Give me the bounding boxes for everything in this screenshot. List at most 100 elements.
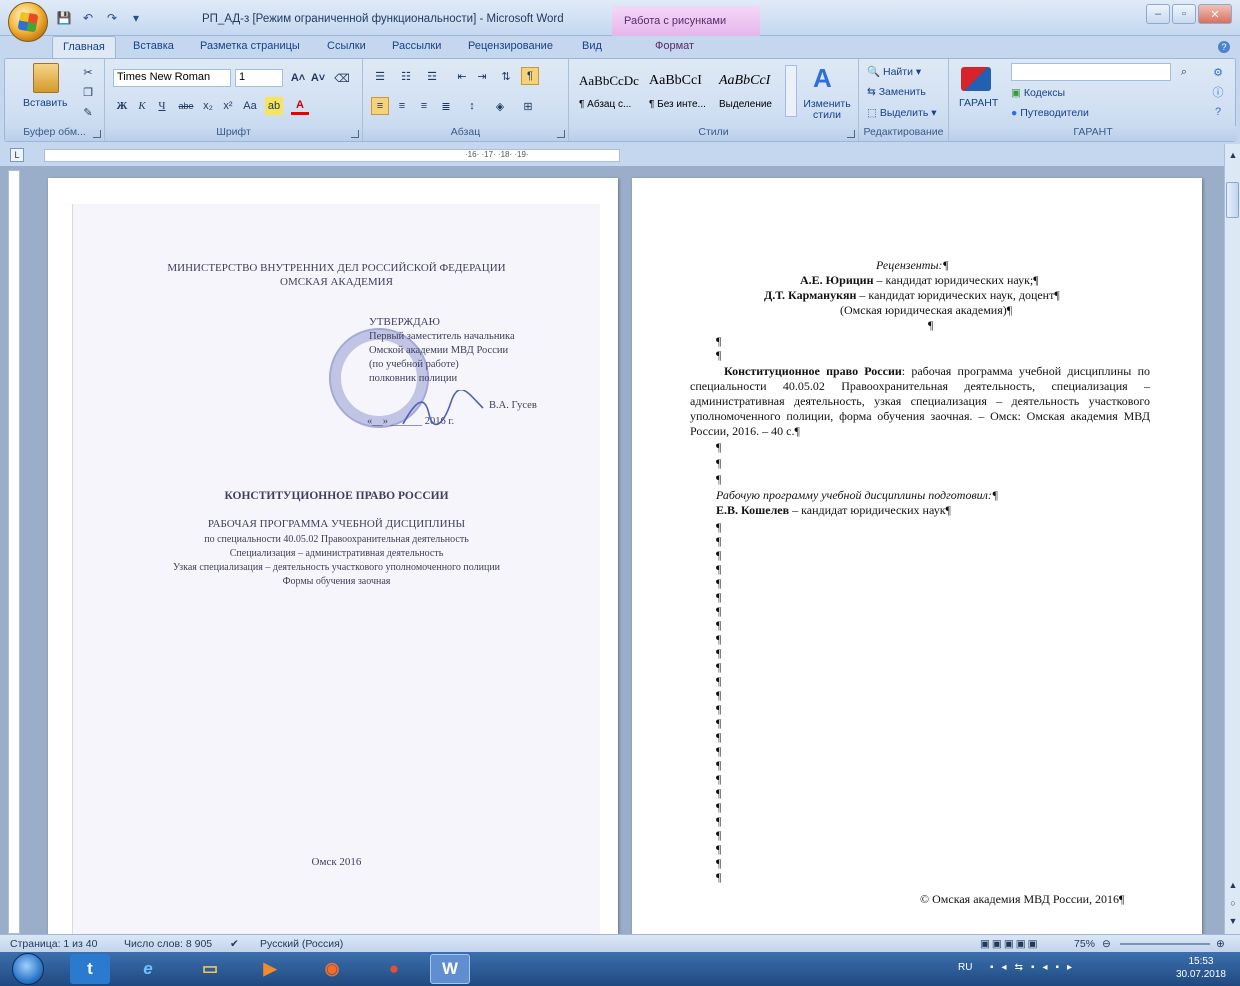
borders-icon[interactable]: ⊞ xyxy=(519,97,537,115)
undo-icon[interactable]: ↶ xyxy=(80,10,96,26)
vertical-scrollbar[interactable]: ▲ ▲ ○ ▼ xyxy=(1224,144,1240,934)
zoom-in-icon[interactable]: ⊕ xyxy=(1216,938,1225,950)
help-icon[interactable]: ? xyxy=(1218,41,1230,53)
proofing-icon[interactable]: ✔ xyxy=(230,938,239,950)
garant-kodeksy-link[interactable]: ▣ Кодексы xyxy=(1011,87,1065,99)
styles-launcher-icon[interactable] xyxy=(847,130,855,138)
style-item[interactable]: AaBbCcDc ¶ Абзац с... xyxy=(577,63,647,115)
tab-insert[interactable]: Вставка xyxy=(133,40,174,52)
tab-view[interactable]: Вид xyxy=(582,40,602,52)
line-spacing-icon[interactable]: ↕ xyxy=(463,97,481,115)
app-tumblr-icon[interactable]: t xyxy=(70,954,110,984)
multilevel-list-icon[interactable]: ☲ xyxy=(423,67,441,85)
garant-search-input[interactable] xyxy=(1011,63,1171,81)
select-button[interactable]: ⬚ Выделить ▾ xyxy=(867,107,937,119)
sort-icon[interactable]: ⇅ xyxy=(497,67,515,85)
shading-icon[interactable]: ◈ xyxy=(491,97,509,115)
superscript-icon[interactable]: x² xyxy=(219,97,237,115)
language-indicator[interactable]: Русский (Россия) xyxy=(260,938,343,950)
align-right-icon[interactable]: ≡ xyxy=(415,97,433,115)
page-2[interactable]: Рецензенты:¶ А.Е. Юрицин – кандидат юрид… xyxy=(632,178,1202,934)
zoom-out-icon[interactable]: ⊖ xyxy=(1102,938,1111,950)
vertical-ruler[interactable] xyxy=(8,170,20,934)
prev-page-icon[interactable]: ▲ xyxy=(1224,876,1240,894)
tab-selector-icon[interactable]: L xyxy=(10,148,24,162)
style-item[interactable]: AaBbCcI ¶ Без инте... xyxy=(647,63,717,115)
styles-scroll[interactable] xyxy=(785,65,797,117)
paste-button[interactable]: Вставить xyxy=(23,97,68,109)
tab-review[interactable]: Рецензирование xyxy=(468,40,553,52)
change-styles-icon[interactable]: A xyxy=(813,63,832,94)
find-button[interactable]: 🔍 Найти ▾ xyxy=(867,65,921,78)
page-1[interactable]: МИНИСТЕРСТВО ВНУТРЕННИХ ДЕЛ РОССИЙСКОЙ Ф… xyxy=(48,178,618,934)
bullets-icon[interactable]: ☰ xyxy=(371,67,389,85)
format-painter-icon[interactable]: ✎ xyxy=(79,103,97,121)
change-case-icon[interactable]: Aa xyxy=(241,97,259,115)
decrease-indent-icon[interactable]: ⇤ xyxy=(453,67,471,85)
browse-object-icon[interactable]: ○ xyxy=(1224,894,1240,912)
tab-home[interactable]: Главная xyxy=(52,36,116,59)
clear-formatting-icon[interactable]: ⌫ xyxy=(333,69,351,87)
office-button[interactable] xyxy=(8,2,48,42)
style-item[interactable]: AaBbCcI Выделение xyxy=(717,63,787,115)
garant-settings-icon[interactable]: ⚙ xyxy=(1209,63,1227,81)
app-media-player-icon[interactable]: ▶ xyxy=(250,954,290,984)
app-explorer-icon[interactable]: ▭ xyxy=(190,954,230,984)
minimize-button[interactable]: – xyxy=(1146,4,1170,24)
tab-format[interactable]: Формат xyxy=(655,40,694,52)
font-name-field[interactable]: Times New Roman xyxy=(113,69,231,87)
horizontal-ruler[interactable]: ·16· ·17· ·18· ·19· xyxy=(44,149,620,162)
app-chrome-icon[interactable]: ● xyxy=(374,954,414,984)
garant-button[interactable]: ГАРАНТ xyxy=(959,97,998,109)
app-word-icon[interactable]: W xyxy=(430,954,470,984)
customize-qat-icon[interactable]: ▾ xyxy=(128,10,144,26)
language-bar[interactable]: RU xyxy=(958,962,972,973)
page-count[interactable]: Страница: 1 из 40 xyxy=(10,938,97,950)
shrink-font-icon[interactable]: A˅ xyxy=(309,69,327,87)
garant-putevoditeli-link[interactable]: ● Путеводители xyxy=(1011,107,1089,119)
scrollbar-thumb[interactable] xyxy=(1226,182,1239,218)
show-formatting-icon[interactable]: ¶ xyxy=(521,67,539,85)
change-styles-button[interactable]: Изменить стили xyxy=(801,99,853,121)
zoom-slider[interactable] xyxy=(1120,943,1210,945)
scanned-title-image[interactable]: МИНИСТЕРСТВО ВНУТРЕННИХ ДЕЛ РОССИЙСКОЙ Ф… xyxy=(72,204,600,934)
subscript-icon[interactable]: x₂ xyxy=(199,97,217,115)
close-button[interactable]: ✕ xyxy=(1198,4,1232,24)
underline-icon[interactable]: Ч xyxy=(153,97,171,115)
scroll-up-icon[interactable]: ▲ xyxy=(1224,146,1240,164)
garant-help-icon[interactable]: ? xyxy=(1209,103,1227,121)
paste-icon[interactable] xyxy=(33,63,59,93)
tray-icons[interactable]: ▪◂⇆▪◂▪▸ xyxy=(990,962,1080,973)
maximize-button[interactable]: ▫ xyxy=(1172,4,1196,24)
strikethrough-icon[interactable]: abe xyxy=(177,97,195,115)
search-icon[interactable]: ⌕ xyxy=(1175,63,1193,81)
replace-button[interactable]: ⇆ Заменить xyxy=(867,86,926,98)
tab-references[interactable]: Ссылки xyxy=(327,40,366,52)
clipboard-launcher-icon[interactable] xyxy=(93,130,101,138)
word-count[interactable]: Число слов: 8 905 xyxy=(124,938,212,950)
next-page-icon[interactable]: ▼ xyxy=(1224,912,1240,930)
increase-indent-icon[interactable]: ⇥ xyxy=(473,67,491,85)
document-area[interactable]: МИНИСТЕРСТВО ВНУТРЕННИХ ДЕЛ РОССИЙСКОЙ Ф… xyxy=(0,166,1224,934)
font-size-field[interactable]: 1 xyxy=(235,69,283,87)
clock[interactable]: 15:53 30.07.2018 xyxy=(1176,955,1226,981)
garant-logo-icon[interactable] xyxy=(961,67,991,91)
numbering-icon[interactable]: ☷ xyxy=(397,67,415,85)
app-firefox-icon[interactable]: ◉ xyxy=(312,954,352,984)
highlight-icon[interactable]: ab xyxy=(265,97,283,115)
bold-icon[interactable]: Ж xyxy=(113,97,131,115)
font-launcher-icon[interactable] xyxy=(351,130,359,138)
view-buttons[interactable]: ▣▣▣▣▣ xyxy=(980,938,1040,950)
align-center-icon[interactable]: ≡ xyxy=(393,97,411,115)
redo-icon[interactable]: ↷ xyxy=(104,10,120,26)
cut-icon[interactable]: ✂ xyxy=(79,63,97,81)
grow-font-icon[interactable]: A˄ xyxy=(289,69,307,87)
garant-info-icon[interactable]: ⓘ xyxy=(1209,83,1227,101)
save-icon[interactable]: 💾 xyxy=(56,10,72,26)
app-internet-explorer-icon[interactable]: e xyxy=(128,954,168,984)
start-button[interactable] xyxy=(12,953,44,985)
justify-icon[interactable]: ≣ xyxy=(437,97,455,115)
paragraph-launcher-icon[interactable] xyxy=(557,130,565,138)
zoom-level[interactable]: 75% xyxy=(1074,938,1095,950)
align-left-icon[interactable]: ≡ xyxy=(371,97,389,115)
